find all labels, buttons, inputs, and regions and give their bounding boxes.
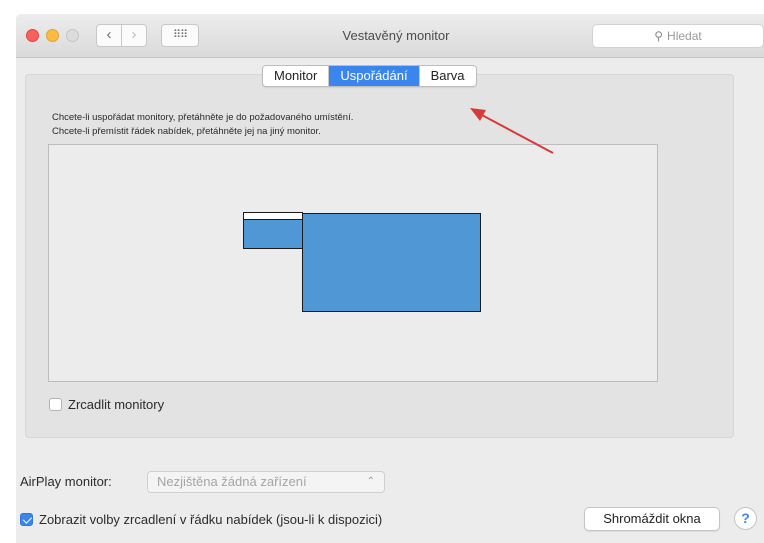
annotation-arrow-line — [479, 113, 554, 154]
annotation-arrow — [470, 108, 554, 154]
annotation-arrow-head — [470, 108, 486, 121]
